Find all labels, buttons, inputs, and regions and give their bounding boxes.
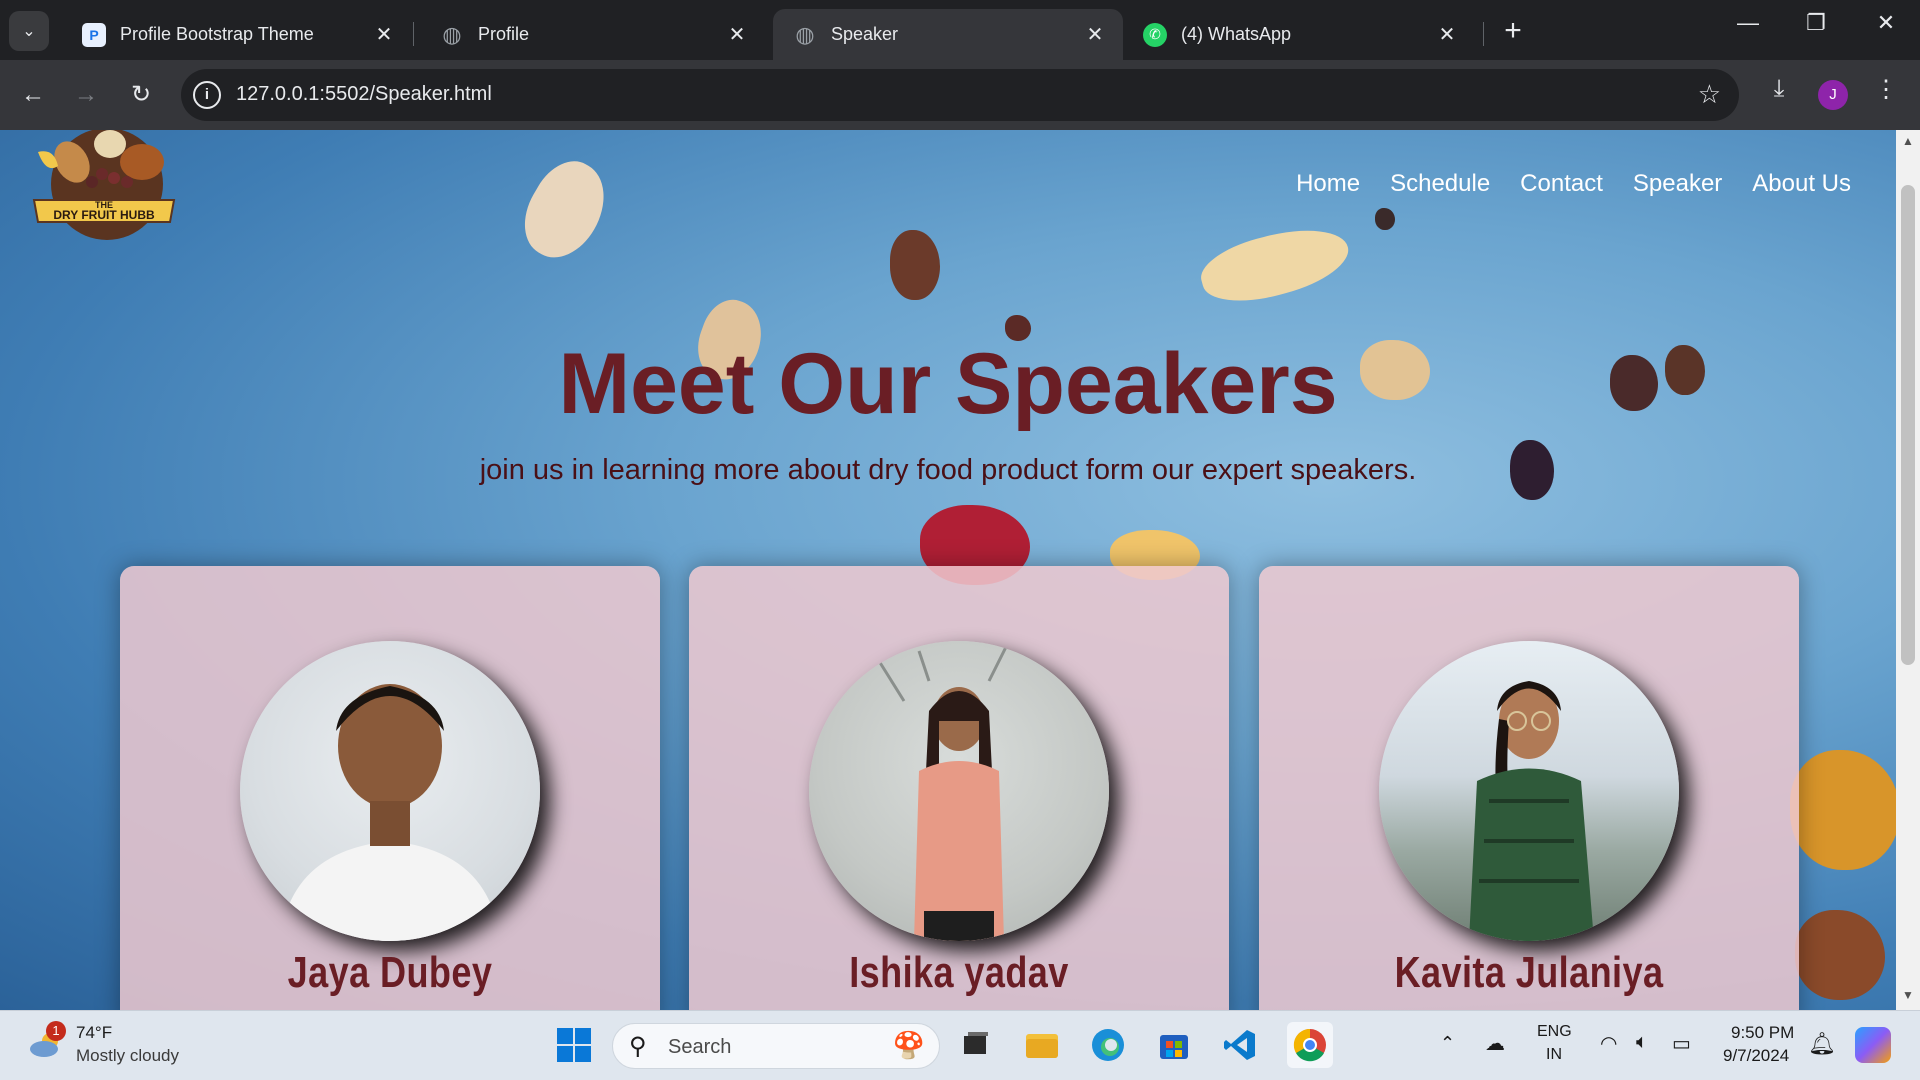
site-logo[interactable]: THE DRY FRUIT HUBB xyxy=(32,130,176,245)
profile-avatar[interactable]: J xyxy=(1818,80,1848,110)
language-code[interactable]: ENG xyxy=(1537,1023,1572,1041)
site-info-icon[interactable]: i xyxy=(193,81,221,109)
task-view-icon[interactable] xyxy=(956,1025,996,1065)
chrome-icon[interactable] xyxy=(1287,1022,1333,1068)
clock-date[interactable]: 9/7/2024 xyxy=(1723,1046,1789,1066)
speaker-card: Kavita Julaniya xyxy=(1259,566,1799,1010)
onedrive-icon[interactable]: ☁ xyxy=(1485,1031,1505,1056)
vscode-icon[interactable] xyxy=(1220,1025,1260,1065)
restore-icon[interactable]: ❐ xyxy=(1796,10,1836,36)
logo-text-bottom: DRY FRUIT HUBB xyxy=(53,208,155,222)
file-explorer-icon[interactable] xyxy=(1022,1025,1062,1065)
speaker-photo xyxy=(240,641,540,941)
bootstrap-p-icon: P xyxy=(82,22,106,47)
browser-toolbar: ← → ↻ i 127.0.0.1:5502/Speaker.html ☆ ⤓ … xyxy=(0,60,1920,130)
close-icon[interactable]: ✕ xyxy=(1435,22,1459,47)
tab-divider xyxy=(413,22,414,46)
bookmark-star-icon[interactable]: ☆ xyxy=(1698,79,1721,110)
chevron-down-icon: ⌄ xyxy=(22,23,36,40)
speaker-name: Ishika yadav xyxy=(849,948,1069,997)
weather-badge: 1 xyxy=(46,1021,66,1041)
speaker-card: Jaya Dubey xyxy=(120,566,660,1010)
nav-about-us[interactable]: About Us xyxy=(1752,170,1851,198)
tab-label: Profile xyxy=(478,24,530,44)
address-bar[interactable]: i 127.0.0.1:5502/Speaker.html ☆ xyxy=(181,69,1739,121)
nut-decoration xyxy=(1795,910,1885,1000)
close-icon[interactable]: ✕ xyxy=(1083,22,1107,47)
url-path: :5502/Speaker.html xyxy=(319,83,492,105)
taskbar-search[interactable]: ⚲ Search 🍄 xyxy=(612,1023,940,1069)
reload-icon[interactable]: ↻ xyxy=(123,77,159,113)
tab-label: (4) WhatsApp xyxy=(1181,24,1292,44)
language-region[interactable]: IN xyxy=(1546,1046,1562,1064)
tab-label: Speaker xyxy=(831,24,899,44)
speaker-photo xyxy=(1379,641,1679,941)
nut-decoration xyxy=(890,230,940,300)
wifi-icon[interactable]: ◠ xyxy=(1600,1031,1617,1056)
copilot-icon[interactable] xyxy=(1855,1027,1891,1063)
clock-time[interactable]: 9:50 PM xyxy=(1731,1023,1794,1043)
close-icon[interactable]: ✕ xyxy=(725,22,749,47)
windows-start-icon[interactable] xyxy=(554,1025,594,1065)
globe-icon: ◍ xyxy=(795,21,815,47)
tab-speaker[interactable]: ◍ Speaker ✕ xyxy=(773,9,1123,60)
menu-kebab-icon[interactable]: ⋮ xyxy=(1866,75,1906,104)
tab-strip: ⌄ P Profile Bootstrap Theme ✕ ◍ Profile … xyxy=(0,0,1920,60)
globe-icon: ◍ xyxy=(442,21,462,47)
page-scrollbar[interactable]: ▲ ▼ xyxy=(1896,130,1920,1010)
tab-label: Profile Bootstrap Theme xyxy=(120,24,314,44)
volume-icon[interactable]: 🔈︎ xyxy=(1636,1031,1648,1054)
nav-contact[interactable]: Contact xyxy=(1520,170,1603,198)
forward-icon[interactable]: → xyxy=(68,77,104,113)
close-window-icon[interactable]: ✕ xyxy=(1866,10,1906,36)
edge-icon[interactable] xyxy=(1088,1025,1128,1065)
scroll-up-icon[interactable]: ▲ xyxy=(1896,134,1920,148)
scroll-thumb[interactable] xyxy=(1901,185,1915,665)
download-icon[interactable]: ⤓ xyxy=(1759,75,1799,103)
tab-profile[interactable]: ◍ Profile ✕ xyxy=(420,9,765,60)
ms-store-icon[interactable] xyxy=(1154,1025,1194,1065)
search-icon: ⚲ xyxy=(629,1033,647,1060)
minimize-icon[interactable]: — xyxy=(1728,10,1768,36)
back-icon[interactable]: ← xyxy=(15,77,51,113)
nut-decoration xyxy=(509,149,621,271)
speaker-card: Ishika yadav xyxy=(689,566,1229,1010)
chevron-up-icon[interactable]: ⌃ xyxy=(1440,1033,1455,1054)
weather-temperature[interactable]: 74°F xyxy=(76,1023,112,1043)
tab-divider xyxy=(1483,22,1484,46)
nut-decoration xyxy=(1194,216,1356,314)
search-placeholder: Search xyxy=(668,1036,732,1058)
close-icon[interactable]: ✕ xyxy=(372,22,396,47)
page-subtitle: join us in learning more about dry food … xyxy=(479,454,1417,486)
site-nav: Home Schedule Contact Speaker About Us xyxy=(1296,170,1851,198)
taskbar: 1 74°F Mostly cloudy ⚲ Search 🍄 ⌃ ☁ ENG … xyxy=(0,1010,1920,1080)
nut-decoration xyxy=(1375,208,1395,230)
tab-profile-bootstrap[interactable]: P Profile Bootstrap Theme ✕ xyxy=(62,9,412,60)
page-title: Meet Our Speakers xyxy=(558,336,1338,432)
speaker-name: Jaya Dubey xyxy=(287,948,493,997)
battery-icon[interactable]: ▭ xyxy=(1672,1031,1691,1056)
nav-schedule[interactable]: Schedule xyxy=(1390,170,1490,198)
browser-chrome: ⌄ P Profile Bootstrap Theme ✕ ◍ Profile … xyxy=(0,0,1920,130)
scroll-down-icon[interactable]: ▼ xyxy=(1896,988,1920,1002)
speaker-name: Kavita Julaniya xyxy=(1394,948,1664,997)
tab-whatsapp[interactable]: ✆ (4) WhatsApp ✕ xyxy=(1123,9,1475,60)
page-viewport: THE DRY FRUIT HUBB Home Schedule Contact… xyxy=(0,130,1896,1010)
new-tab-button[interactable]: + xyxy=(1496,14,1530,48)
url-text[interactable]: 127.0.0.1:5502/Speaker.html xyxy=(236,83,492,106)
nav-home[interactable]: Home xyxy=(1296,170,1360,198)
whatsapp-icon: ✆ xyxy=(1143,22,1167,47)
weather-condition[interactable]: Mostly cloudy xyxy=(76,1046,179,1066)
speaker-photo xyxy=(809,641,1109,941)
nav-speaker[interactable]: Speaker xyxy=(1633,170,1722,198)
mushroom-icon: 🍄 xyxy=(892,1030,925,1060)
nut-decoration xyxy=(1790,750,1896,870)
tab-search-button[interactable]: ⌄ xyxy=(9,11,49,51)
url-host: 127.0.0.1 xyxy=(236,83,320,105)
notification-bell-icon[interactable]: 🔔︎ xyxy=(1808,1031,1836,1057)
